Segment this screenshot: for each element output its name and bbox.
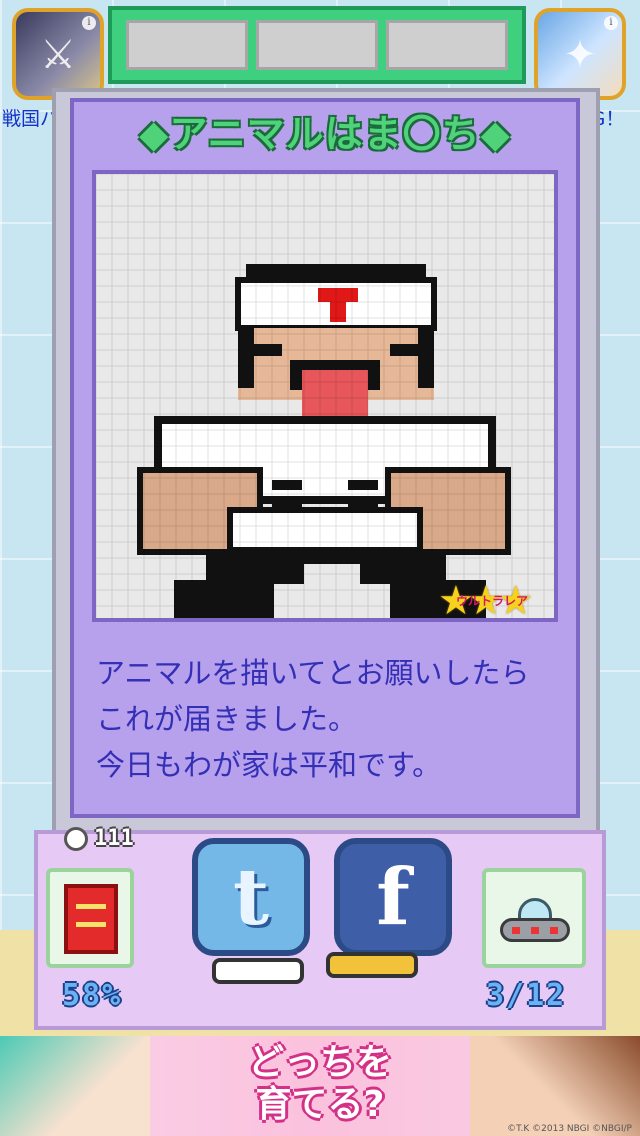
ufo-light bbox=[531, 927, 539, 934]
character-icon: ✦ bbox=[563, 32, 597, 78]
info-icon[interactable]: i bbox=[604, 16, 618, 30]
collection-progress: 58% bbox=[62, 978, 123, 1013]
warrior-icon: ⚔ bbox=[40, 32, 76, 78]
collection-card: ◆アニマルはま〇ち◆ ★★★ ウルトラレア アニマルを描いてとお願いしたら これ… bbox=[70, 98, 580, 818]
ufo-count: 3/12 bbox=[486, 978, 567, 1013]
banner-character-right bbox=[470, 1036, 640, 1136]
facebook-icon: f bbox=[376, 852, 410, 943]
pixel-art-frame bbox=[92, 170, 558, 622]
coin-count: 111 bbox=[94, 826, 134, 851]
book-stripe bbox=[76, 904, 106, 909]
description-line: これが届きました。 bbox=[96, 702, 358, 736]
top-slot bbox=[126, 20, 248, 70]
collection-book-button[interactable] bbox=[46, 868, 134, 968]
ad-icon-left[interactable]: ⚔ i bbox=[12, 8, 104, 100]
ad-icon-right[interactable]: ✦ i bbox=[534, 8, 626, 100]
ufo-light bbox=[550, 927, 558, 934]
banner-title-line: 育てる? bbox=[255, 1084, 385, 1125]
twitter-share-button[interactable]: t bbox=[192, 838, 310, 956]
ufo-icon bbox=[500, 898, 570, 948]
ufo-light bbox=[512, 927, 520, 934]
top-slot bbox=[256, 20, 378, 70]
shoe-left-decoration bbox=[212, 958, 304, 984]
top-slot bbox=[386, 20, 508, 70]
top-slot-frame bbox=[108, 6, 526, 84]
facebook-share-button[interactable]: f bbox=[334, 838, 452, 956]
card-title: ◆アニマルはま〇ち◆ bbox=[139, 112, 511, 156]
coin-icon bbox=[64, 826, 88, 851]
info-icon[interactable]: i bbox=[82, 16, 96, 30]
ad-banner[interactable]: どっちを 育てる? ©T.K ©2013 NBGI ©NBGI/P bbox=[0, 1036, 640, 1136]
banner-title: どっちを 育てる? bbox=[220, 1042, 420, 1126]
banner-character-left bbox=[0, 1036, 150, 1136]
pixel-art-image bbox=[96, 174, 554, 618]
ufo-button[interactable] bbox=[482, 868, 586, 968]
description-line: 今日もわが家は平和です。 bbox=[96, 748, 442, 782]
banner-copyright: ©T.K ©2013 NBGI ©NBGI/P bbox=[507, 1124, 632, 1134]
banner-title-line: どっちを bbox=[247, 1042, 392, 1083]
description-line: アニマルを描いてとお願いしたら bbox=[96, 656, 530, 690]
rarity-badge: ★★★ ウルトラレア bbox=[438, 578, 574, 626]
book-stripe bbox=[76, 922, 106, 927]
rarity-label: ウルトラレア bbox=[456, 594, 529, 608]
card-description: アニマルを描いてとお願いしたら これが届きました。 今日もわが家は平和です。 bbox=[96, 650, 566, 788]
book-icon bbox=[64, 884, 118, 954]
coin-counter: 111 bbox=[64, 826, 134, 851]
twitter-icon: t bbox=[232, 852, 270, 943]
shoe-right-decoration bbox=[326, 952, 418, 978]
